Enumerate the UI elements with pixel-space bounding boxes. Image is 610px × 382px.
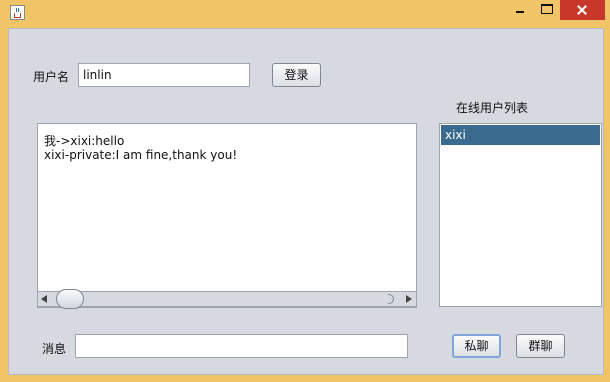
- online-users-list[interactable]: xixi: [439, 123, 602, 307]
- scrollbar-track-end: [388, 294, 394, 304]
- java-cup-icon[interactable]: [10, 5, 25, 20]
- message-input[interactable]: [75, 334, 408, 358]
- username-label: 用户名: [33, 70, 70, 84]
- message-label: 消息: [42, 342, 67, 356]
- private-chat-button[interactable]: 私聊: [452, 334, 501, 358]
- main-panel: 用户名 登录 在线用户列表 我->xixi:hello xixi-private…: [8, 28, 604, 375]
- username-input[interactable]: [78, 63, 250, 87]
- scrollbar-thumb[interactable]: [56, 289, 84, 309]
- scroll-right-arrow-icon[interactable]: [406, 295, 412, 303]
- chat-message: xixi-private:I am fine,thank you!: [44, 148, 238, 162]
- minimize-button[interactable]: [506, 0, 534, 20]
- online-user-item[interactable]: xixi: [441, 125, 600, 145]
- chat-history[interactable]: 我->xixi:hello xixi-private:I am fine,tha…: [37, 123, 417, 308]
- online-users-title: 在线用户列表: [456, 101, 529, 115]
- chat-message: 我->xixi:hello: [44, 134, 125, 148]
- close-button[interactable]: [560, 0, 605, 20]
- maximize-button[interactable]: [534, 0, 560, 20]
- scroll-left-arrow-icon[interactable]: [41, 295, 47, 303]
- group-chat-button[interactable]: 群聊: [516, 334, 565, 358]
- title-bar[interactable]: [0, 0, 610, 28]
- login-button[interactable]: 登录: [272, 63, 321, 87]
- chat-horizontal-scrollbar[interactable]: [37, 289, 417, 309]
